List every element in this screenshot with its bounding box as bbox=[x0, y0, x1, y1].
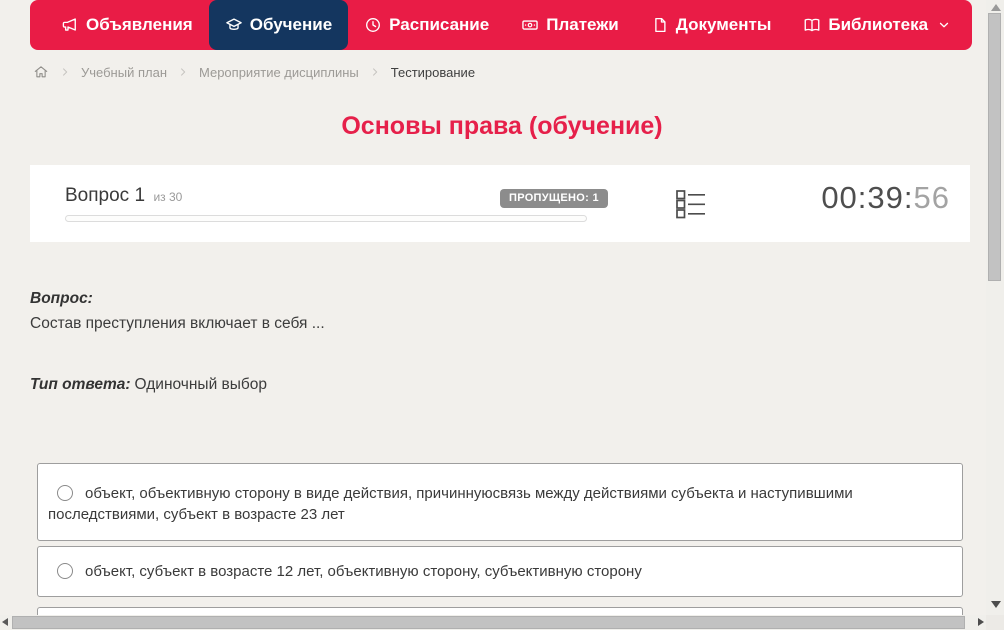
chevron-down-icon bbox=[937, 18, 951, 32]
app-window: Объявления Обучение Расписание Платежи Докум… bbox=[0, 0, 1004, 630]
nav-item-announcements[interactable]: Объявления bbox=[45, 0, 209, 50]
question-list-icon[interactable] bbox=[676, 189, 706, 219]
question-header-card: Вопрос 1 из 30 ПРОПУЩЕНО: 1 00:39:56 bbox=[30, 165, 970, 242]
nav-item-documents[interactable]: Документы bbox=[635, 0, 788, 50]
question-heading: Вопрос: bbox=[30, 290, 93, 308]
radio-button[interactable] bbox=[57, 563, 73, 579]
book-icon bbox=[803, 16, 821, 34]
answer-options: объект, объективную сторону в виде дейст… bbox=[37, 463, 963, 630]
home-icon[interactable] bbox=[33, 64, 49, 80]
question-text: Состав преступления включает в себя ... bbox=[30, 315, 325, 333]
timer-seconds: 56 bbox=[914, 180, 950, 215]
breadcrumb-separator-icon bbox=[178, 67, 188, 77]
progress-bar bbox=[65, 215, 587, 222]
answer-type-label: Тип ответа: bbox=[30, 376, 131, 393]
answer-type-value: Одиночный выбор bbox=[135, 376, 268, 393]
clock-icon bbox=[364, 16, 382, 34]
nav-item-label: Платежи bbox=[546, 15, 619, 35]
document-icon bbox=[651, 16, 669, 34]
scroll-up-button[interactable] bbox=[991, 4, 1001, 11]
scroll-left-button[interactable] bbox=[2, 618, 8, 626]
skipped-badge: ПРОПУЩЕНО: 1 bbox=[500, 189, 608, 208]
nav-item-label: Документы bbox=[676, 15, 772, 35]
timer: 00:39:56 bbox=[821, 180, 950, 216]
question-number: Вопрос 1 bbox=[65, 185, 145, 206]
scroll-down-button[interactable] bbox=[991, 601, 1001, 608]
radio-button[interactable] bbox=[57, 485, 73, 501]
nav-item-schedule[interactable]: Расписание bbox=[348, 0, 505, 50]
horizontal-scrollbar-thumb[interactable] bbox=[12, 616, 965, 629]
nav-item-education[interactable]: Обучение bbox=[209, 0, 348, 50]
vertical-scrollbar-thumb[interactable] bbox=[988, 13, 1001, 281]
scrollbar-corner bbox=[986, 615, 1004, 630]
page-title: Основы права (обучение) bbox=[0, 112, 1004, 141]
megaphone-icon bbox=[61, 16, 79, 34]
breadcrumb-item[interactable]: Учебный план bbox=[81, 65, 167, 80]
answer-option-2[interactable]: объект, субъект в возрасте 12 лет, объек… bbox=[37, 546, 963, 597]
breadcrumb-item[interactable]: Мероприятие дисциплины bbox=[199, 65, 359, 80]
timer-hours-minutes: 00:39: bbox=[821, 180, 913, 215]
question-counter: из 30 bbox=[153, 190, 182, 204]
cash-icon bbox=[521, 16, 539, 34]
nav-item-payments[interactable]: Платежи bbox=[505, 0, 635, 50]
nav-item-label: Обучение bbox=[250, 15, 332, 35]
scroll-right-button[interactable] bbox=[978, 618, 984, 626]
nav-item-label: Объявления bbox=[86, 15, 193, 35]
answer-option-1[interactable]: объект, объективную сторону в виде дейст… bbox=[37, 463, 963, 541]
nav-item-library[interactable]: Библиотека bbox=[787, 0, 967, 50]
answer-option-label: объект, объективную сторону в виде дейст… bbox=[48, 485, 853, 523]
graduation-cap-icon bbox=[225, 16, 243, 34]
breadcrumb: Учебный план Мероприятие дисциплины Тестир… bbox=[33, 62, 475, 82]
horizontal-scrollbar[interactable] bbox=[0, 615, 1004, 630]
answer-type: Тип ответа:Одиночный выбор bbox=[30, 376, 267, 394]
nav-item-label: Расписание bbox=[389, 15, 489, 35]
nav-item-label: Библиотека bbox=[828, 15, 928, 35]
breadcrumb-item: Тестирование bbox=[391, 65, 475, 80]
question-title: Вопрос 1 из 30 bbox=[65, 185, 182, 207]
answer-option-label: объект, субъект в возрасте 12 лет, объек… bbox=[85, 563, 642, 580]
vertical-scrollbar[interactable] bbox=[986, 0, 1004, 615]
main-navbar: Объявления Обучение Расписание Платежи Докум… bbox=[30, 0, 972, 50]
breadcrumb-separator-icon bbox=[60, 67, 70, 77]
breadcrumb-separator-icon bbox=[370, 67, 380, 77]
